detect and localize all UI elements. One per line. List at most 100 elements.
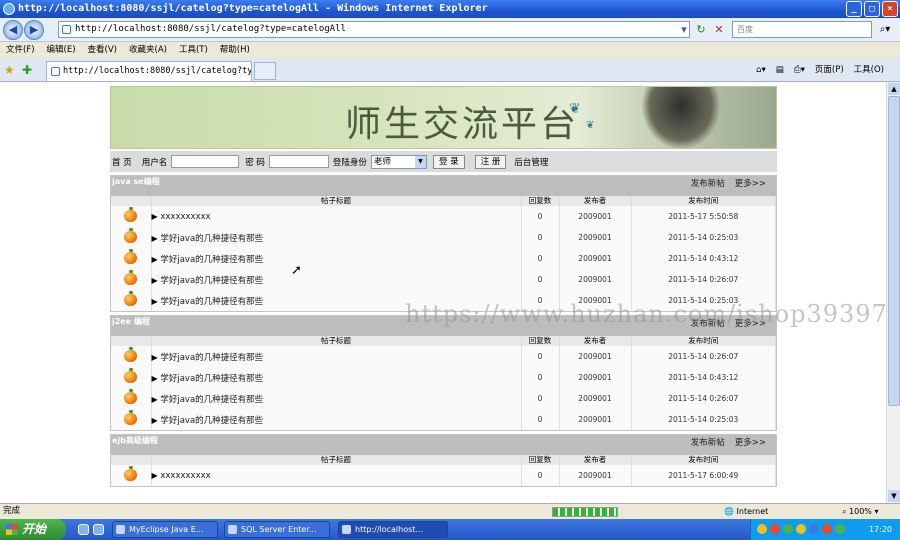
register-button[interactable]: 注 册 [474,154,507,169]
address-input[interactable]: http://localhost:8080/ssjl/catelog?type=… [58,21,690,38]
quicklaunch-ie-icon[interactable] [78,524,89,535]
post-replies: 0 [521,227,560,248]
role-select[interactable]: 老师 ▼ [370,154,427,169]
menu-bar: 文件(F) 编辑(E) 查看(V) 收藏夹(A) 工具(T) 帮助(H) [0,42,900,58]
table-row: ▶ 学好java的几种捷径有那些 0 2009001 2011-5-14 0:4… [111,248,776,269]
post-time: 2011-5-14 0:26:07 [631,269,776,290]
page-menu[interactable]: 页面(P) [815,62,844,78]
zoom-control[interactable]: ⌕ 100% ▾ [842,504,878,519]
post-title-link[interactable]: 学好java的几种捷径有那些 [160,374,263,384]
section-header: java se编程 发布新帖 更多>> [111,176,776,196]
table-row: ▶ 学好java的几种捷径有那些 0 2009001 2011-5-14 0:2… [111,227,776,248]
tray-icon[interactable] [757,524,767,534]
browser-tab[interactable]: http://localhost:8080/ssjl/catelog?type=… [46,61,252,81]
butterfly-icon: ❦ [569,101,581,117]
start-button[interactable]: 开始 [0,519,66,540]
tray-icon[interactable] [770,524,780,534]
mouse-cursor-icon: ➚ [291,263,302,278]
post-title-link[interactable]: 学好java的几种捷径有那些 [160,395,263,405]
column-header-time: 发布时间 [631,455,776,465]
tray-icon[interactable] [835,524,845,534]
scroll-down-icon[interactable]: ▼ [888,490,900,502]
close-button[interactable]: × [882,1,898,17]
tray-icon[interactable] [822,524,832,534]
scroll-up-icon[interactable]: ▲ [888,83,900,95]
back-button[interactable]: ◀ [3,20,23,40]
search-icon[interactable]: ⌕▾ [874,21,896,38]
task-label: MyEclipse Java E... [129,525,204,534]
triangle-icon: ▶ [151,470,158,480]
username-input[interactable] [171,155,240,168]
menu-help[interactable]: 帮助(H) [220,42,250,58]
scroll-thumb[interactable] [888,96,900,406]
menu-file[interactable]: 文件(F) [6,42,35,58]
menu-view[interactable]: 查看(V) [88,42,117,58]
tray-icon[interactable] [796,524,806,534]
post-author: 2009001 [559,346,632,367]
password-label: 密 码 [245,157,265,168]
post-title-link[interactable]: 学好java的几种捷径有那些 [160,276,263,286]
post-replies: 0 [521,269,560,290]
taskbar-item-browser[interactable]: http://localhost... [338,521,448,538]
refresh-icon[interactable]: ↻ [693,21,709,38]
table-row: ▶ 学好java的几种捷径有那些 0 2009001 2011-5-14 0:2… [111,409,776,430]
tools-menu[interactable]: 工具(O) [854,62,884,78]
taskbar-item-myeclipse[interactable]: MyEclipse Java E... [112,521,218,538]
post-new-link[interactable]: 发布新帖 [691,437,725,449]
address-url: http://localhost:8080/ssjl/catelog?type=… [75,24,346,34]
triangle-icon: ▶ [151,254,158,264]
zone-label: 🌐 Internet [724,507,769,516]
maximize-button[interactable]: □ [864,1,880,17]
taskbar-item-sqlserver[interactable]: SQL Server Enter... [224,521,330,538]
post-time: 2011-5-17 6:00:49 [631,465,776,486]
post-title-link[interactable]: 学好java的几种捷径有那些 [160,234,263,244]
post-author: 2009001 [559,227,632,248]
post-time: 2011-5-14 0:43:12 [631,248,776,269]
app-icon [342,525,351,534]
quicklaunch-desktop-icon[interactable] [93,524,104,535]
column-header-replies: 回复数 [521,455,560,465]
post-title-link[interactable]: 学好java的几种捷径有那些 [160,416,263,426]
menu-favorites[interactable]: 收藏夹(A) [129,42,167,58]
post-title-link[interactable]: 学好java的几种捷径有那些 [160,297,263,307]
print-icon[interactable]: ⎙▾ [794,62,805,78]
tray-icon[interactable] [783,524,793,534]
section-name: j2ee 编程 [112,317,150,326]
minimize-button[interactable]: _ [846,1,862,17]
post-time: 2011-5-14 0:26:07 [631,388,776,409]
search-input[interactable]: 百度 [732,21,872,38]
new-tab-button[interactable] [254,62,276,80]
address-dropdown-icon[interactable]: ▾ [676,21,692,38]
post-title-link[interactable]: xxxxxxxxxx [160,471,210,481]
home-icon[interactable]: ⌂▾ [756,62,766,78]
tray-icon[interactable] [809,524,819,534]
more-link[interactable]: 更多>> [735,437,766,449]
menu-tools[interactable]: 工具(T) [179,42,208,58]
post-title-link[interactable]: 学好java的几种捷径有那些 [160,255,263,265]
column-header-author: 发布者 [559,455,632,465]
stop-icon[interactable]: ✕ [711,21,727,38]
column-header-icon [111,455,152,465]
column-header-title: 帖子标题 [151,336,522,346]
table-row: ▶ 学好java的几种捷径有那些 0 2009001 2011-5-14 0:2… [111,269,776,290]
forward-button[interactable]: ▶ [24,20,44,40]
triangle-icon: ▶ [151,373,158,383]
feeds-icon[interactable]: ▤ [776,62,784,78]
admin-link[interactable]: 后台管理 [514,156,548,168]
login-button[interactable]: 登 录 [432,154,465,169]
post-title-link[interactable]: 学好java的几种捷径有那些 [160,353,263,363]
password-input[interactable] [268,155,329,168]
column-header-title: 帖子标题 [151,455,522,465]
add-favorites-icon[interactable]: ✚ [22,63,32,77]
post-replies: 0 [521,465,560,486]
post-title-link[interactable]: xxxxxxxxxx [160,212,210,222]
more-link[interactable]: 更多>> [735,178,766,190]
triangle-icon: ▶ [151,352,158,362]
favorites-star-icon[interactable]: ★ [4,63,15,77]
table-header-row: 帖子标题 回复数 发布者 发布时间 [111,455,776,465]
menu-edit[interactable]: 编辑(E) [47,42,76,58]
post-new-link[interactable]: 发布新帖 [691,178,725,190]
home-link[interactable]: 首 页 [112,156,132,168]
login-bar: 首 页 用户名 密 码 登陆身份 老师 ▼ 登 录 注 册 后台管理 [110,151,777,172]
vertical-scrollbar[interactable]: ▲ ▼ [886,82,900,503]
